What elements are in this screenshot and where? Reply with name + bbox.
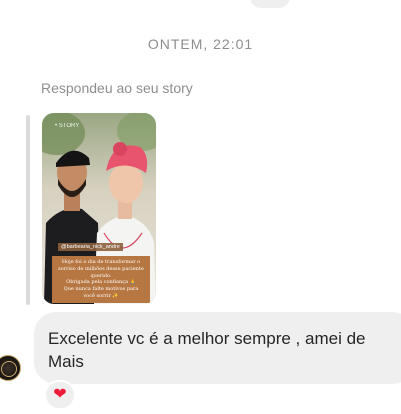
story-mention-handle: @barbearia_nick_andre [58, 243, 123, 251]
story-reply-bar [26, 115, 30, 305]
sender-avatar[interactable] [0, 355, 21, 381]
story-tag: • STORY [55, 123, 80, 129]
message-text: Excelente vc é a melhor sempre , amei de… [48, 329, 366, 371]
heart-reaction[interactable]: ❤ [44, 380, 76, 410]
timestamp-divider: ONTEM, 22:01 [147, 36, 254, 52]
previous-message-bubble[interactable] [250, 0, 290, 8]
story-preview[interactable]: • STORY @barbearia_nick_andre Hoje foi o… [42, 113, 156, 304]
story-reply-label: Respondeu ao seu story [41, 80, 193, 96]
story-caption: Hoje foi o dia de transformar o sorriso … [52, 256, 150, 303]
heart-icon: ❤ [53, 386, 67, 403]
message-bubble[interactable]: Excelente vc é a melhor sempre , amei de… [34, 312, 401, 384]
